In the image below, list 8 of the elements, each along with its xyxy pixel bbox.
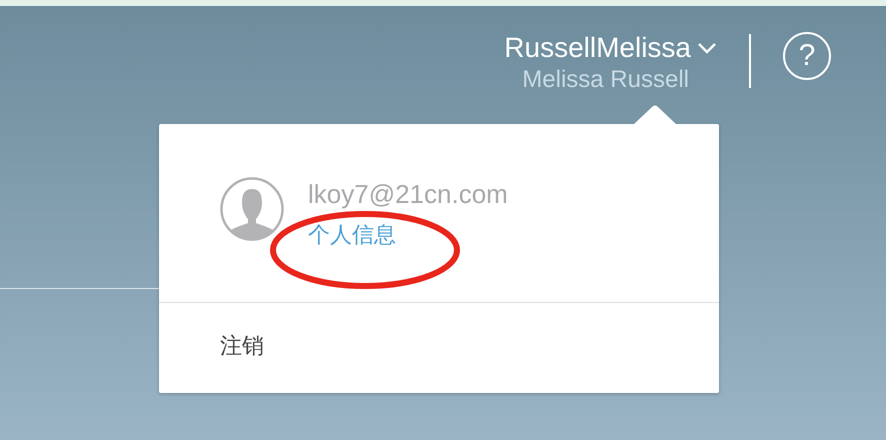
profile-link[interactable]: 个人信息: [308, 220, 396, 250]
help-button[interactable]: ?: [783, 32, 831, 80]
username-menu-button[interactable]: RussellMelissa: [504, 32, 717, 64]
logout-link[interactable]: 注销: [159, 303, 719, 361]
display-name: Melissa Russell: [522, 66, 689, 94]
avatar-icon: [220, 177, 284, 241]
account-email: lkoy7@21cn.com: [308, 179, 508, 210]
caret-icon: [697, 41, 717, 55]
